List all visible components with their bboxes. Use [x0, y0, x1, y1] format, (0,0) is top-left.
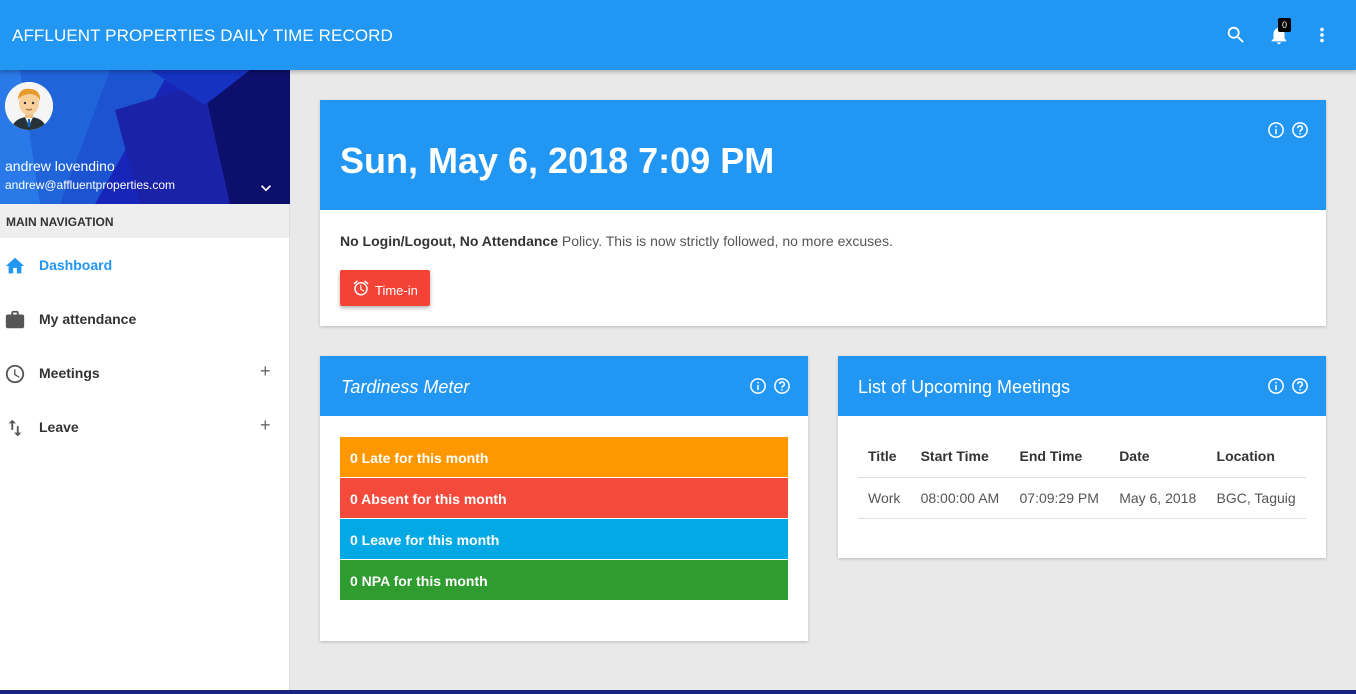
more-options-button[interactable] — [1309, 22, 1335, 48]
meetings-card-header: List of Upcoming Meetings — [838, 356, 1326, 416]
tardiness-card-header: Tardiness Meter — [320, 356, 808, 416]
swap-vert-icon — [8, 419, 22, 437]
top-app-bar: AFFLUENT PROPERTIES DAILY TIME RECORD 0 — [0, 0, 1356, 70]
sidebar-item-dashboard[interactable]: Dashboard — [0, 238, 289, 292]
meeting-location-cell: BGC, Taguig — [1206, 477, 1306, 519]
help-icon[interactable] — [773, 377, 791, 395]
sidebar-item-leave[interactable]: Leave + — [0, 400, 289, 454]
meeting-date-cell: May 6, 2018 — [1109, 477, 1207, 519]
npa-count-bar: 0 NPA for this month — [340, 560, 788, 600]
avatar[interactable] — [5, 82, 53, 130]
tardiness-meter: 0 Late for this month 0 Absent for this … — [340, 437, 788, 601]
sidebar-item-label: My attendance — [39, 311, 137, 327]
expand-plus-icon[interactable]: + — [260, 361, 271, 382]
bottom-border — [0, 690, 1356, 694]
notification-count-badge: 0 — [1278, 18, 1291, 32]
meeting-end-cell: 07:09:29 PM — [1009, 477, 1110, 519]
datetime-card: Sun, May 6, 2018 7:09 PM No Login/Logout… — [320, 100, 1326, 326]
user-name: andrew lovendino — [5, 158, 115, 174]
more-vert-icon — [1320, 27, 1324, 43]
policy-text: Policy. This is now strictly followed, n… — [558, 233, 893, 249]
card-title: Tardiness Meter — [341, 377, 470, 397]
current-datetime: Sun, May 6, 2018 7:09 PM — [340, 140, 775, 181]
upcoming-meetings-card: List of Upcoming Meetings Title Start Ti… — [838, 356, 1326, 558]
tardiness-meter-card: Tardiness Meter 0 Late for this month 0 … — [320, 356, 808, 641]
time-in-button[interactable]: Time-in — [340, 270, 430, 306]
search-button[interactable] — [1223, 22, 1249, 48]
table-header-row: Title Start Time End Time Date Location — [858, 436, 1306, 478]
attendance-policy: No Login/Logout, No Attendance Policy. T… — [340, 233, 893, 249]
home-icon — [5, 257, 25, 274]
chevron-down-icon — [261, 185, 271, 192]
meetings-table: Title Start Time End Time Date Location … — [858, 436, 1306, 519]
late-count-bar: 0 Late for this month — [340, 437, 788, 477]
info-icon[interactable] — [1267, 121, 1285, 139]
table-row[interactable]: Work 08:00:00 AM 07:09:29 PM May 6, 2018… — [858, 477, 1306, 519]
nav-section-header: MAIN NAVIGATION — [0, 204, 289, 238]
card-header-icons — [1267, 121, 1309, 139]
column-header: Title — [858, 436, 911, 478]
policy-bold-text: No Login/Logout, No Attendance — [340, 233, 559, 249]
card-header-icons — [749, 377, 791, 395]
sidebar: andrew lovendino andrew@affluentproperti… — [0, 70, 290, 694]
sidebar-item-label: Meetings — [39, 365, 100, 381]
info-icon[interactable] — [749, 377, 767, 395]
sidebar-item-my-attendance[interactable]: My attendance — [0, 292, 289, 346]
clock-icon — [5, 364, 25, 384]
datetime-card-header: Sun, May 6, 2018 7:09 PM — [320, 100, 1326, 210]
search-icon — [1227, 26, 1244, 43]
user-panel: andrew lovendino andrew@affluentproperti… — [0, 70, 290, 204]
user-avatar-icon — [5, 82, 53, 130]
time-in-label: Time-in — [375, 282, 418, 298]
column-header: Location — [1206, 436, 1306, 478]
briefcase-icon — [5, 310, 25, 329]
sidebar-item-label: Leave — [39, 419, 79, 435]
user-email: andrew@affluentproperties.com — [5, 178, 176, 192]
column-header: End Time — [1009, 436, 1110, 478]
notifications-button[interactable]: 0 — [1266, 18, 1292, 48]
info-icon[interactable] — [1267, 377, 1285, 395]
card-title: List of Upcoming Meetings — [858, 377, 1071, 397]
sidebar-item-meetings[interactable]: Meetings + — [0, 346, 289, 400]
app-title: AFFLUENT PROPERTIES DAILY TIME RECORD — [12, 26, 393, 45]
help-icon[interactable] — [1291, 121, 1309, 139]
card-header-icons — [1267, 377, 1309, 395]
meeting-title-cell: Work — [858, 477, 911, 519]
absent-count-bar: 0 Absent for this month — [340, 478, 788, 518]
help-icon[interactable] — [1291, 377, 1309, 395]
leave-count-bar: 0 Leave for this month — [340, 519, 788, 559]
meeting-start-cell: 08:00:00 AM — [910, 477, 1010, 519]
expand-plus-icon[interactable]: + — [260, 415, 271, 436]
user-menu-toggle[interactable] — [256, 178, 276, 198]
sidebar-item-label: Dashboard — [39, 257, 113, 273]
column-header: Start Time — [910, 436, 1010, 478]
alarm-icon — [353, 280, 369, 296]
column-header: Date — [1109, 436, 1207, 478]
